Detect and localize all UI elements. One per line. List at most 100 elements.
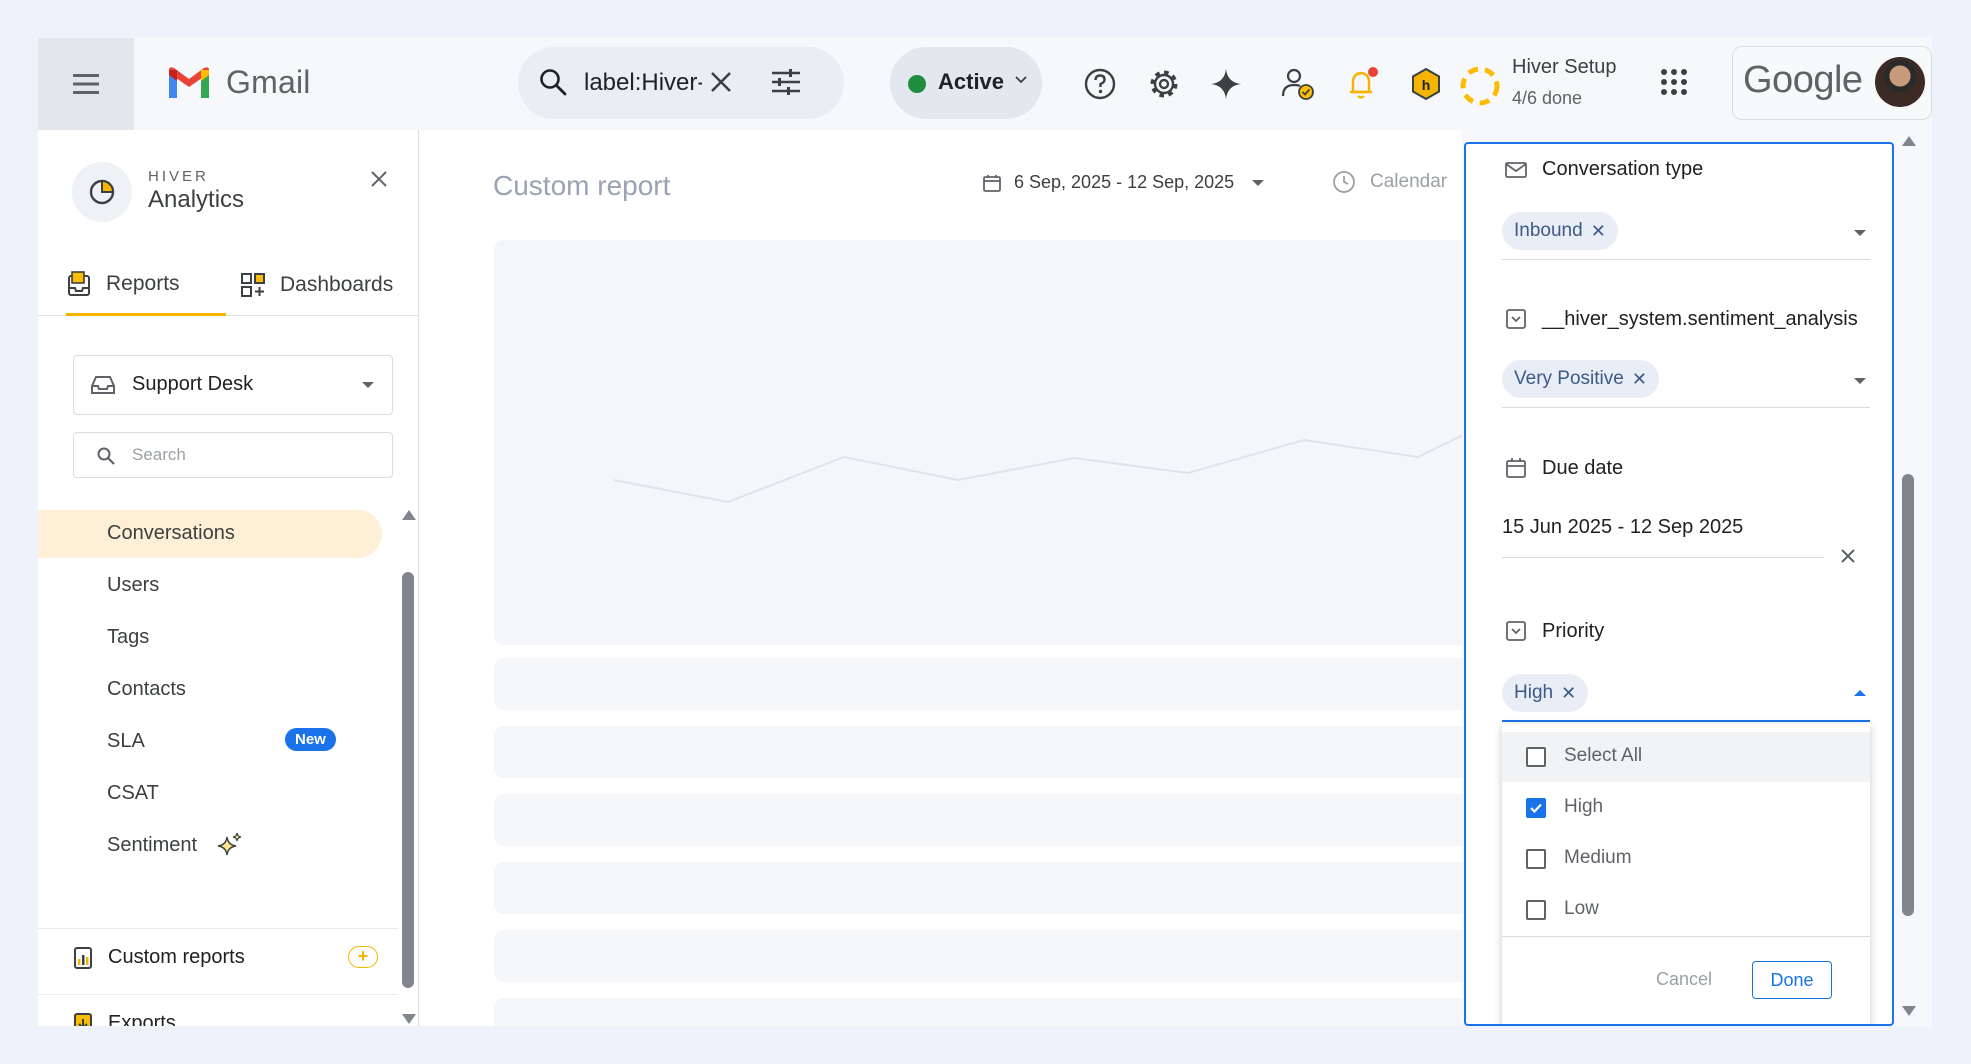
option-select-all[interactable]: Select All <box>1502 732 1870 782</box>
close-icon[interactable] <box>368 168 390 190</box>
google-apps-button[interactable] <box>1658 66 1690 103</box>
nav-item-tags[interactable]: Tags <box>38 614 383 662</box>
option-low[interactable]: Low <box>1502 885 1870 935</box>
custom-reports-item[interactable]: Custom reports + <box>72 936 382 980</box>
status-dropdown[interactable]: Active <box>890 47 1042 119</box>
calendar-icon <box>983 174 1001 192</box>
loading-skeleton-row <box>494 998 1462 1026</box>
pie-chart-icon <box>89 179 115 205</box>
option-medium[interactable]: Medium <box>1502 834 1870 884</box>
top-bar: Gmail label:Hiver- Active h Hiver Setup … <box>38 38 1932 130</box>
scroll-down-arrow-icon[interactable] <box>402 1014 416 1024</box>
scroll-up-arrow-icon[interactable] <box>402 510 416 520</box>
option-label: Select All <box>1564 745 1643 766</box>
sidebar-scrollbar[interactable] <box>398 510 418 1026</box>
gear-icon <box>1150 70 1178 98</box>
tab-dashboards[interactable]: Dashboards <box>240 254 393 316</box>
loading-skeleton-row <box>494 862 1462 914</box>
conversation-type-select[interactable]: Inbound ✕ <box>1502 208 1870 260</box>
clear-search-icon[interactable] <box>704 65 738 99</box>
report-search-input[interactable] <box>132 441 372 469</box>
help-button[interactable] <box>1078 62 1122 106</box>
search-icon[interactable] <box>538 67 568 97</box>
search-options-icon[interactable] <box>768 65 804 99</box>
date-range-value: 6 Sep, 2025 - 12 Sep, 2025 <box>1014 172 1235 192</box>
gmail-m-icon <box>169 66 209 98</box>
due-date-header: Due date <box>1504 456 1623 480</box>
sentiment-select[interactable]: Very Positive ✕ <box>1502 356 1870 408</box>
exports-item[interactable]: Exports <box>72 1002 382 1026</box>
checkbox[interactable] <box>1526 747 1546 767</box>
bell-icon <box>1350 67 1378 99</box>
checkbox-checked[interactable] <box>1526 798 1546 818</box>
dropdown-arrow-icon[interactable] <box>1854 378 1866 384</box>
chevron-down-icon <box>1015 76 1027 84</box>
nav-item-label: SLA <box>107 730 145 752</box>
nav-item-sla[interactable]: SLA New <box>38 718 383 766</box>
hiver-extension-button[interactable]: h <box>1404 62 1448 106</box>
scroll-down-arrow-icon[interactable] <box>1902 1006 1916 1016</box>
dropdown-arrow-up-icon[interactable] <box>1854 690 1866 696</box>
agent-availability-button[interactable] <box>1276 62 1320 106</box>
nav-item-users[interactable]: Users <box>38 562 383 610</box>
mail-search-bar[interactable]: label:Hiver- <box>518 47 844 119</box>
scrollbar-thumb[interactable] <box>402 572 414 988</box>
nav-item-label: CSAT <box>107 782 159 804</box>
priority-options-menu: Select All High Medium Low Cancel Done <box>1502 724 1870 1024</box>
gmail-logo[interactable]: Gmail <box>166 64 311 101</box>
remove-chip-icon[interactable]: ✕ <box>1632 369 1647 390</box>
date-range-picker[interactable]: 6 Sep, 2025 - 12 Sep, 2025 <box>982 172 1265 193</box>
new-badge: New <box>285 728 336 751</box>
nav-item-contacts[interactable]: Contacts <box>38 666 383 714</box>
remove-chip-icon[interactable]: ✕ <box>1561 683 1576 704</box>
notifications-button[interactable] <box>1340 62 1384 106</box>
checkbox[interactable] <box>1526 849 1546 869</box>
filter-panel-scrollbar[interactable] <box>1898 136 1920 1026</box>
priority-select[interactable]: High ✕ <box>1502 670 1870 722</box>
check-icon <box>1530 803 1542 814</box>
nav-item-sentiment[interactable]: Sentiment <box>38 822 383 870</box>
loading-skeleton-row <box>494 794 1462 846</box>
settings-button[interactable] <box>1142 62 1186 106</box>
report-search[interactable] <box>73 432 393 478</box>
dropdown-field-icon <box>1506 309 1526 329</box>
priority-label: Priority <box>1542 619 1605 642</box>
avatar <box>1875 57 1925 107</box>
tab-reports[interactable]: Reports <box>66 254 226 316</box>
custom-reports-label: Custom reports <box>108 946 245 968</box>
nav-item-conversations[interactable]: Conversations <box>38 510 382 558</box>
filter-chip[interactable]: High ✕ <box>1502 674 1589 712</box>
calendar-selector[interactable]: Calendar <box>1332 170 1447 194</box>
checkbox[interactable] <box>1526 900 1546 920</box>
nav-item-csat[interactable]: CSAT <box>38 770 383 818</box>
report-main-area: Custom report 6 Sep, 2025 - 12 Sep, 2025… <box>420 130 1462 1026</box>
filter-chip[interactable]: Inbound ✕ <box>1502 212 1618 250</box>
dropdown-arrow-icon <box>1252 179 1265 186</box>
filter-chip[interactable]: Very Positive ✕ <box>1502 360 1659 398</box>
loading-skeleton-row <box>494 658 1462 710</box>
hiver-setup-status: 4/6 done <box>1512 88 1583 108</box>
done-button[interactable]: Done <box>1752 961 1832 999</box>
menu-footer: Cancel Done <box>1502 936 1870 1024</box>
main-menu-button[interactable] <box>38 38 134 130</box>
add-custom-report-button[interactable]: + <box>348 946 378 968</box>
clear-date-icon[interactable] <box>1838 546 1858 566</box>
progress-ring-icon <box>1460 66 1500 106</box>
nav-item-label: Conversations <box>107 522 235 544</box>
dropdown-arrow-icon[interactable] <box>1854 230 1866 236</box>
due-date-field[interactable]: 15 Jun 2025 - 12 Sep 2025 <box>1502 512 1824 558</box>
option-label: Medium <box>1564 847 1632 868</box>
google-wordmark: Google <box>1743 59 1863 101</box>
google-account-button[interactable]: Google <box>1732 46 1932 120</box>
cancel-button[interactable]: Cancel <box>1656 969 1712 990</box>
chart-loading-skeleton <box>494 240 1462 645</box>
search-query-input[interactable]: label:Hiver- <box>584 67 702 99</box>
remove-chip-icon[interactable]: ✕ <box>1591 221 1606 242</box>
gemini-button[interactable] <box>1204 62 1248 106</box>
scrollbar-thumb[interactable] <box>1902 474 1914 916</box>
chip-label: High <box>1514 682 1554 703</box>
page-title: Custom report <box>493 170 671 201</box>
scroll-up-arrow-icon[interactable] <box>1902 136 1916 146</box>
option-high[interactable]: High <box>1502 783 1870 833</box>
workspace-select[interactable]: Support Desk <box>73 355 393 415</box>
